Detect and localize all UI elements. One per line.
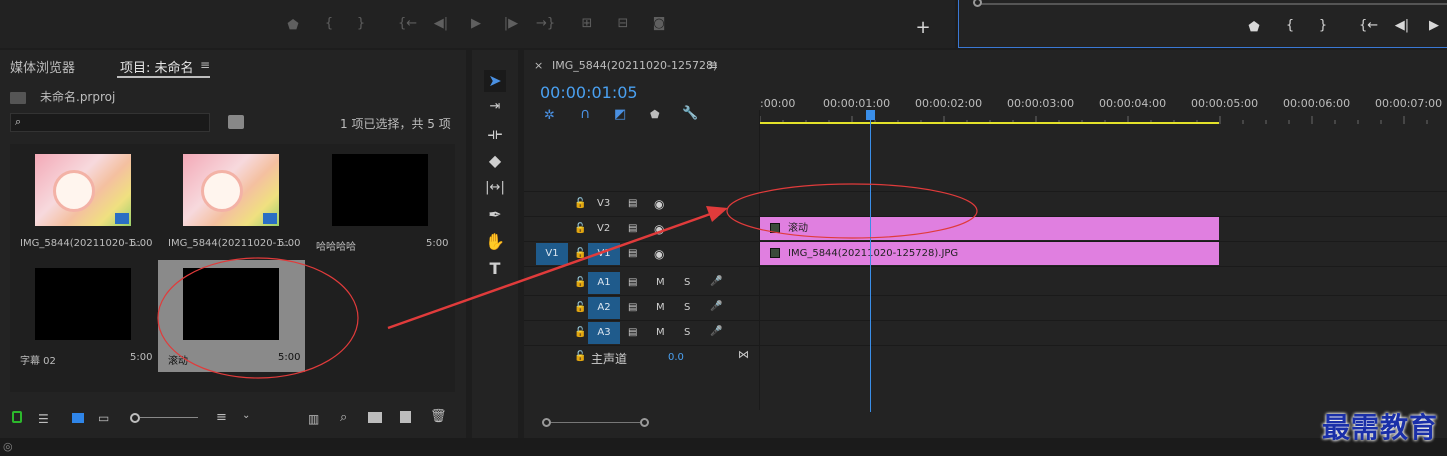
- creative-cloud-icon[interactable]: ◎: [3, 440, 13, 453]
- annotation-overlay: [157, 183, 978, 379]
- annotation-circle: [157, 257, 359, 379]
- annotation-circle: [726, 183, 978, 239]
- arrow-head: [706, 206, 728, 222]
- status-bar: ◎: [0, 438, 1447, 456]
- annotation-arrow: [387, 210, 717, 330]
- watermark: 最需教育: [1322, 411, 1439, 444]
